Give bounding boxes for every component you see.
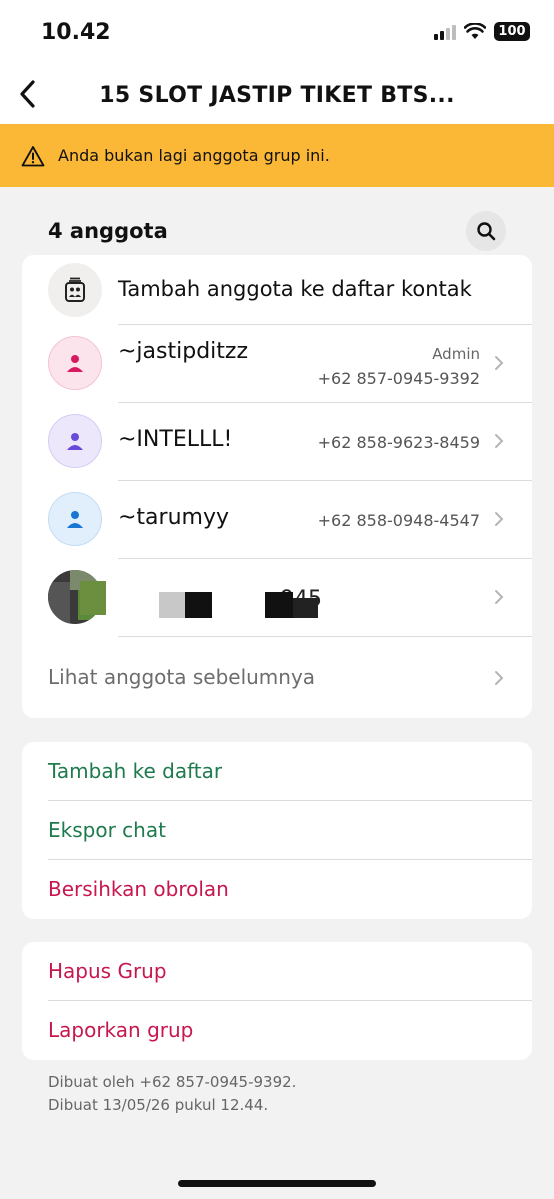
report-group-label: Laporkan grup <box>48 1018 194 1042</box>
chevron-right-icon <box>495 356 504 370</box>
redaction-block <box>185 592 212 618</box>
chevron-right-icon <box>495 671 504 685</box>
member-row[interactable]: ~INTELLL! +62 858-9623-8459 <box>22 403 532 481</box>
add-to-list-row[interactable]: Tambah ke daftar <box>22 742 532 801</box>
add-to-list-label: Tambah ke daftar <box>48 759 223 783</box>
redaction-block <box>159 592 185 618</box>
person-icon <box>67 433 83 450</box>
signal-icon <box>434 24 456 40</box>
chevron-right-icon <box>495 512 504 526</box>
contacts-avatar <box>48 263 102 317</box>
chat-actions-card: Tambah ke daftar Ekspor chat Bersihkan o… <box>22 742 532 919</box>
warning-icon <box>21 145 45 166</box>
page-title: 15 SLOT JASTIP TIKET BTS... <box>99 83 455 108</box>
warning-banner: Anda bukan lagi anggota grup ini. <box>0 124 554 187</box>
group-danger-card: Hapus Grup Laporkan grup <box>22 942 532 1060</box>
add-contacts-label: Tambah anggota ke daftar kontak <box>118 277 472 301</box>
person-icon <box>67 355 83 372</box>
created-by-text: Dibuat oleh +62 857-0945-9392. <box>48 1073 297 1091</box>
redaction-block <box>80 581 106 615</box>
person-icon <box>67 511 83 528</box>
member-count: 4 anggota <box>48 219 168 243</box>
member-avatar <box>48 336 102 390</box>
export-chat-label: Ekspor chat <box>48 818 166 842</box>
redaction-block <box>293 598 318 618</box>
member-phone: +62 857-0945-9392 <box>317 369 480 388</box>
created-at-text: Dibuat 13/05/26 pukul 12.44. <box>48 1096 269 1114</box>
delete-group-row[interactable]: Hapus Grup <box>22 942 532 1001</box>
admin-badge: Admin <box>432 345 480 363</box>
member-row[interactable]: ~tarumyy +62 858-0948-4547 <box>22 481 532 559</box>
photo-patch <box>48 582 70 624</box>
delete-group-label: Hapus Grup <box>48 959 167 983</box>
see-previous-members-label: Lihat anggota sebelumnya <box>48 665 316 689</box>
search-icon <box>477 222 496 241</box>
member-row-redacted[interactable]: 945 <box>22 559 532 637</box>
clear-chat-label: Bersihkan obrolan <box>48 877 229 901</box>
status-time: 10.42 <box>41 20 111 45</box>
report-group-row[interactable]: Laporkan grup <box>22 1001 532 1060</box>
export-chat-row[interactable]: Ekspor chat <box>22 801 532 860</box>
members-header: 4 anggota <box>0 210 554 252</box>
member-avatar <box>48 492 102 546</box>
clear-chat-row[interactable]: Bersihkan obrolan <box>22 860 532 919</box>
wifi-icon <box>464 23 486 39</box>
member-name: ~jastipditzz <box>118 339 248 364</box>
nav-bar: 15 SLOT JASTIP TIKET BTS... <box>0 66 554 124</box>
group-info-footer: Dibuat oleh +62 857-0945-9392. Dibuat 13… <box>48 1071 296 1117</box>
chevron-right-icon <box>495 590 504 604</box>
member-name: ~tarumyy <box>118 505 229 530</box>
members-card: Tambah anggota ke daftar kontak ~jastipd… <box>22 255 532 718</box>
add-contacts-row[interactable]: Tambah anggota ke daftar kontak <box>22 255 532 325</box>
status-icons: 100 <box>434 22 530 41</box>
home-indicator[interactable] <box>178 1180 376 1187</box>
contact-card-icon <box>65 277 85 302</box>
see-previous-members-row[interactable]: Lihat anggota sebelumnya <box>22 637 532 718</box>
redaction-block <box>265 592 293 618</box>
member-avatar <box>48 414 102 468</box>
member-phone: +62 858-0948-4547 <box>317 511 480 530</box>
member-row[interactable]: ~jastipditzz Admin +62 857-0945-9392 <box>22 325 532 403</box>
member-name: ~INTELLL! <box>118 427 233 452</box>
member-phone: +62 858-9623-8459 <box>317 433 480 452</box>
search-members-button[interactable] <box>466 211 506 251</box>
banner-text: Anda bukan lagi anggota grup ini. <box>58 146 330 165</box>
battery-icon: 100 <box>494 22 530 41</box>
chevron-right-icon <box>495 434 504 448</box>
status-bar: 10.42 100 <box>0 0 554 66</box>
